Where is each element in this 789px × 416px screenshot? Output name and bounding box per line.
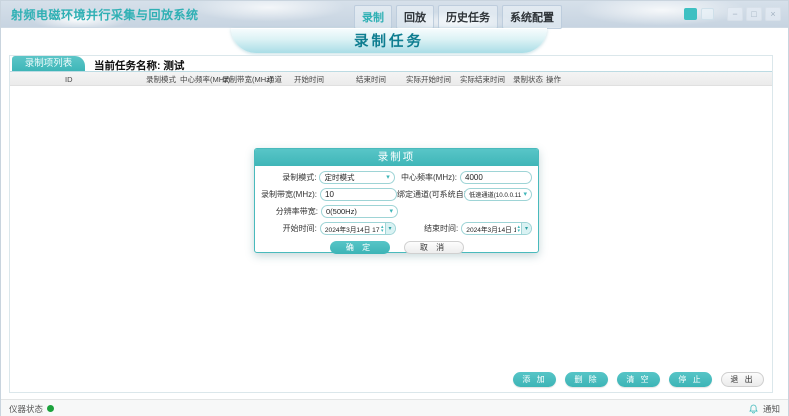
start-time-value: 2024年3月14日 17:50:04 [325,224,380,234]
dialog-title: 录制项 [255,149,538,166]
menu-item-system-config[interactable]: 系统配置 [502,5,562,29]
notification-area[interactable]: 通知 [748,403,780,415]
column-header-start-time: 开始时间 [294,72,324,87]
column-header-actual-start-time: 实际开始时间 [406,72,451,87]
spinner-down-icon[interactable]: ▾ [381,229,384,233]
channel-binding-value: 低速通道(10.0.0.117 , RFC5) [469,190,521,199]
status-ok-dot-icon [47,405,54,412]
end-time-value: 2024年3月14日 17:55:04 [466,224,516,234]
record-mode-value: 定时模式 [324,172,384,183]
column-header-id: ID [65,72,73,87]
window-controls: − □ × [727,7,781,21]
column-header-operation: 操作 [546,72,561,87]
panel-top-row: 录制项列表 当前任务名称: 测试 [10,56,772,71]
titlebar: 射频电磁环境并行采集与回放系统 录制 回放 历史任务 系统配置 − □ × [1,1,788,28]
clear-button[interactable]: 清 空 [617,372,660,387]
chevron-down-icon: ▾ [386,171,390,184]
column-header-actual-end-time: 实际结束时间 [460,72,505,87]
column-header-bandwidth: 录制带宽(MHz) [222,72,272,87]
record-mode-select[interactable]: 定时模式 ▾ [319,171,394,184]
exit-button[interactable]: 退 出 [721,372,764,387]
add-button[interactable]: 添 加 [513,372,556,387]
end-time-calendar-button[interactable]: ▾ [521,222,531,235]
end-time-picker[interactable]: 2024年3月14日 17:55:04 ▴▾ ▾ [461,222,532,235]
dialog-body: 录制模式: 定时模式 ▾ 中心频率(MHz): 录制带宽(MHz): 绑定通道(… [255,166,538,254]
start-time-picker[interactable]: 2024年3月14日 17:50:04 ▴▾ ▾ [320,222,396,235]
form-row-1: 录制模式: 定时模式 ▾ 中心频率(MHz): [261,169,532,186]
form-row-4: 开始时间: 2024年3月14日 17:50:04 ▴▾ ▾ 结束时间: 202… [261,220,532,237]
chevron-down-icon: ▾ [523,188,527,201]
teal-status-swatch-icon [684,8,697,20]
footer-button-bar: 添 加 删 除 清 空 停 止 退 出 [513,372,764,387]
stop-button[interactable]: 停 止 [669,372,712,387]
bell-icon [748,403,759,415]
dialog-button-row: 确 定 取 消 [261,241,532,254]
center-frequency-label: 中心频率(MHz): [395,172,457,183]
menu-item-record[interactable]: 录制 [354,5,392,29]
tab-record-item-list[interactable]: 录制项列表 [12,56,85,71]
maximize-button[interactable]: □ [746,7,762,21]
form-row-2: 录制带宽(MHz): 绑定通道(可系统自动): 低速通道(10.0.0.117 … [261,186,532,203]
channel-binding-select[interactable]: 低速通道(10.0.0.117 , RFC5) ▾ [464,188,532,201]
app-window: 射频电磁环境并行采集与回放系统 录制 回放 历史任务 系统配置 − □ × 录制… [0,0,789,416]
device-status-label: 仪器状态 [9,403,43,415]
close-button[interactable]: × [765,7,781,21]
confirm-button[interactable]: 确 定 [330,241,390,254]
status-bar: 仪器状态 通知 [1,399,788,416]
form-row-3: 分辨率带宽: 0(500Hz) ▾ [261,203,532,220]
bandwidth-label: 录制带宽(MHz): [261,189,317,200]
chevron-down-icon: ▾ [525,225,528,232]
start-time-calendar-button[interactable]: ▾ [385,222,395,235]
column-header-record-status: 录制状态 [513,72,543,87]
record-item-dialog: 录制项 录制模式: 定时模式 ▾ 中心频率(MHz): 录制带宽(MHz): 绑… [254,148,539,253]
notification-label: 通知 [763,403,780,415]
bandwidth-input[interactable] [320,188,397,201]
menu-item-history-tasks[interactable]: 历史任务 [438,5,498,29]
start-time-label: 开始时间: [261,223,317,234]
column-header-end-time: 结束时间 [356,72,386,87]
record-mode-label: 录制模式: [261,172,316,183]
app-title: 射频电磁环境并行采集与回放系统 [11,6,199,23]
end-time-spinner[interactable]: ▴▾ [517,225,520,233]
column-header-channel: 通道 [267,72,282,87]
chevron-down-icon: ▾ [389,205,393,218]
device-status: 仪器状态 [9,403,54,415]
chevron-down-icon: ▾ [389,225,392,232]
titlebar-right: − □ × [684,7,781,21]
page-banner: 录制任务 [231,28,547,53]
main-menu: 录制 回放 历史任务 系统配置 [354,5,562,29]
spinner-down-icon[interactable]: ▾ [517,229,520,233]
table-header: ID 录制模式 中心频率(MHz) 录制带宽(MHz) 通道 开始时间 结束时间… [10,71,772,86]
center-frequency-input[interactable] [460,171,532,184]
resolution-bandwidth-select[interactable]: 0(500Hz) ▾ [321,205,398,218]
delete-button[interactable]: 删 除 [565,372,608,387]
resolution-bandwidth-value: 0(500Hz) [326,207,387,216]
resolution-bandwidth-label: 分辨率带宽: [261,206,318,217]
menu-item-playback[interactable]: 回放 [396,5,434,29]
indicator-icon [701,8,714,20]
end-time-label: 结束时间: [396,223,459,234]
start-time-spinner[interactable]: ▴▾ [381,225,384,233]
cancel-button[interactable]: 取 消 [404,241,464,254]
channel-binding-label: 绑定通道(可系统自动): [397,189,461,200]
page-title: 录制任务 [354,30,424,51]
column-header-record-mode: 录制模式 [146,72,176,87]
minimize-button[interactable]: − [727,7,743,21]
